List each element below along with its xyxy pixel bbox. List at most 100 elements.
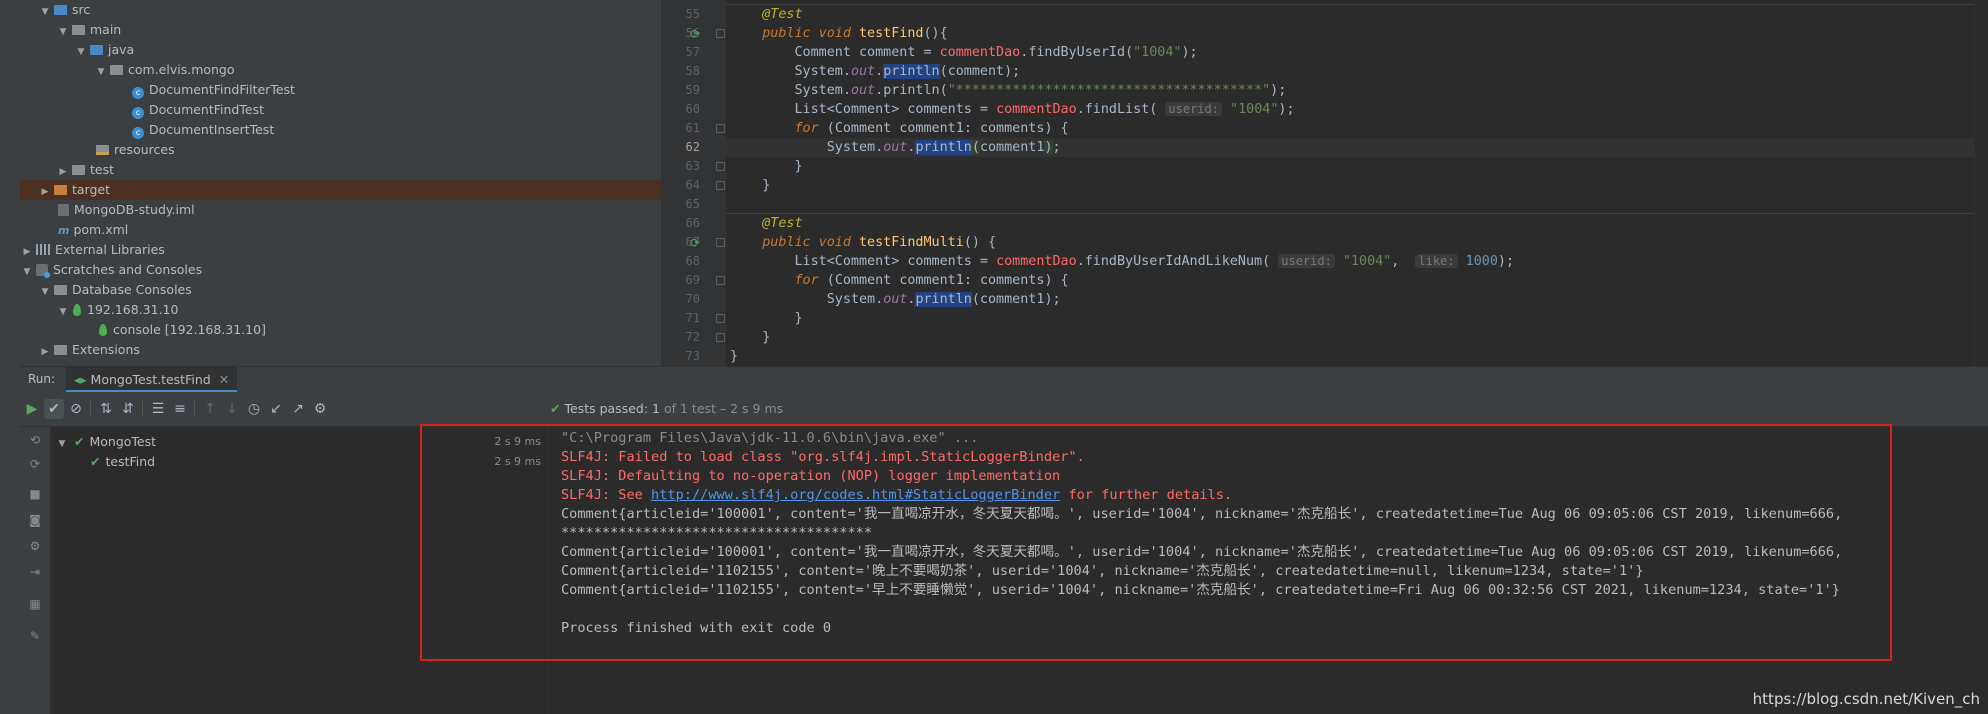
line-number: 57 (685, 45, 700, 59)
collapse-arrow-icon[interactable]: ▶ (56, 162, 70, 182)
slf4j-link[interactable]: http://www.slf4j.org/codes.html#StaticLo… (651, 487, 1060, 503)
expand-arrow-icon[interactable]: ▼ (38, 282, 52, 302)
run-tab-label: MongoTest.testFind (90, 372, 211, 387)
next-failed-icon[interactable]: ↓ (222, 399, 242, 419)
show-ignored-icon[interactable]: ⊘ (66, 399, 86, 419)
settings-icon[interactable]: ⚙ (28, 539, 42, 553)
test-results-tree: ▼ ✔ MongoTest 2 s 9 ms ✔ testFind 2 s 9 ms (51, 427, 548, 714)
tree-item-pom[interactable]: m pom.xml (20, 220, 661, 240)
expand-arrow-icon[interactable]: ▼ (38, 2, 52, 22)
fold-marker-icon[interactable] (716, 276, 725, 285)
test-suite-row[interactable]: ▼ ✔ MongoTest 2 s 9 ms (51, 432, 547, 452)
line-number: 65 (685, 197, 700, 211)
tree-item-documentinserttest[interactable]: c DocumentInsertTest (20, 120, 661, 140)
editor-gutter: 55 56 57 58 59 60 61 62 63 64 65 66 67 6… (662, 0, 726, 366)
line-number: 62 (685, 140, 700, 154)
previous-failed-icon[interactable]: ↑ (200, 399, 220, 419)
resources-folder-icon (96, 145, 109, 155)
line-number: 60 (685, 102, 700, 116)
folder-icon (54, 285, 67, 295)
source-folder-icon (90, 45, 103, 55)
run-test-gutter-icon[interactable]: ⟳ (690, 237, 702, 249)
fold-marker-icon[interactable] (716, 162, 725, 171)
tree-item-extensions[interactable]: ▶ Extensions (20, 340, 661, 360)
run-test-gutter-icon[interactable]: ⟳ (690, 28, 702, 40)
rerun-failed-icon[interactable]: ⟲ (28, 433, 42, 447)
code-line: List<Comment> comments = commentDao.find… (794, 102, 1295, 117)
passed-check-icon: ✔ (74, 434, 85, 449)
test-history-icon[interactable]: ◷ (244, 399, 264, 419)
tree-item-resources[interactable]: resources (20, 140, 661, 160)
tree-item-java[interactable]: ▼ java (20, 40, 661, 60)
code-line: List<Comment> comments = commentDao.find… (794, 254, 1515, 269)
expand-arrow-icon[interactable]: ▼ (20, 262, 34, 282)
collapse-arrow-icon[interactable]: ▶ (20, 242, 34, 262)
tree-item-target[interactable]: ▶ target (20, 180, 661, 200)
tree-item-documentfindfiltertest[interactable]: c DocumentFindFilterTest (20, 80, 661, 100)
editor-scrollbar[interactable] (1974, 0, 1988, 366)
line-number: 72 (685, 330, 700, 344)
tree-item-console[interactable]: console [192.168.31.10] (20, 320, 661, 340)
sort-alphabetically-icon[interactable]: ⇅ (96, 399, 116, 419)
fold-marker-icon[interactable] (716, 333, 725, 342)
passed-check-icon: ✔ (90, 454, 101, 469)
fold-marker-icon[interactable] (716, 124, 725, 133)
line-number: 61 (685, 121, 700, 135)
tests-passed-status: ✔ Tests passed: 1 of 1 test – 2 s 9 ms (550, 401, 784, 416)
class-icon: c (132, 87, 144, 99)
toggle-auto-test-icon[interactable]: ⟳ (28, 457, 42, 471)
tree-item-package[interactable]: ▼ com.elvis.mongo (20, 60, 661, 80)
tree-item-main[interactable]: ▼ main (20, 20, 661, 40)
fold-marker-icon[interactable] (716, 314, 725, 323)
tree-item-documentfindtest[interactable]: c DocumentFindTest (20, 100, 661, 120)
expand-arrow-icon[interactable]: ▼ (94, 62, 108, 82)
fold-marker-icon[interactable] (716, 181, 725, 190)
rerun-icon[interactable]: ▶ (22, 399, 42, 419)
tree-item-scratches[interactable]: ▼ Scratches and Consoles (20, 260, 661, 280)
camera-icon[interactable]: ◙ (28, 513, 42, 527)
code-line: System.out.println(comment1); (826, 292, 1061, 307)
folder-icon (72, 165, 85, 175)
exit-icon[interactable]: ⇥ (28, 565, 42, 579)
collapse-arrow-icon[interactable]: ▶ (38, 342, 52, 362)
tree-item-external-libraries[interactable]: ▶ External Libraries (20, 240, 661, 260)
sort-by-duration-icon[interactable]: ⇵ (118, 399, 138, 419)
run-label: Run: (28, 372, 56, 386)
tree-item-database-consoles[interactable]: ▼ Database Consoles (20, 280, 661, 300)
run-tab[interactable]: ◂▸ MongoTest.testFind ✕ (66, 367, 238, 392)
settings-gear-icon[interactable]: ⚙ (310, 399, 330, 419)
code-line: } (730, 330, 771, 345)
test-case-row[interactable]: ✔ testFind 2 s 9 ms (51, 452, 547, 472)
expand-all-icon[interactable]: ☰ (148, 399, 168, 419)
fold-marker-icon[interactable] (716, 238, 725, 247)
stop-icon[interactable]: ■ (28, 487, 42, 501)
expand-arrow-icon[interactable]: ▼ (74, 42, 88, 62)
collapse-all-icon[interactable]: ≡ (170, 399, 190, 419)
close-icon[interactable]: ✕ (219, 372, 229, 387)
export-results-icon[interactable]: ↗ (288, 399, 308, 419)
line-number: 63 (685, 159, 700, 173)
tree-item-test[interactable]: ▶ test (20, 160, 661, 180)
test-run-icon: ◂▸ (74, 372, 87, 387)
code-line: @Test (762, 7, 803, 22)
fold-marker-icon[interactable] (716, 29, 725, 38)
import-tests-icon[interactable]: ↙ (266, 399, 286, 419)
parameter-hint: userid: (1278, 254, 1335, 268)
console-output[interactable]: "C:\Program Files\Java\jdk-11.0.6\bin\ja… (548, 427, 1988, 714)
collapse-arrow-icon[interactable]: ▶ (38, 182, 52, 202)
expand-arrow-icon[interactable]: ▼ (56, 22, 70, 42)
show-passed-icon[interactable]: ✔ (44, 399, 64, 419)
code-line: } (730, 178, 771, 193)
folder-icon (72, 25, 85, 35)
tree-item-db-host[interactable]: ▼ 192.168.31.10 (20, 300, 661, 320)
pin-icon[interactable]: ✎ (28, 629, 42, 643)
tree-item-iml[interactable]: MongoDB-study.iml (20, 200, 661, 220)
code-editor[interactable]: 55 56 57 58 59 60 61 62 63 64 65 66 67 6… (661, 0, 1988, 366)
folder-icon (54, 185, 67, 195)
line-number: 64 (685, 178, 700, 192)
mongodb-leaf-icon (99, 324, 107, 336)
tree-item-src[interactable]: ▼ src (20, 0, 661, 20)
layout-icon[interactable]: ▦ (28, 597, 42, 611)
expand-arrow-icon[interactable]: ▼ (56, 302, 70, 322)
expand-arrow-icon[interactable]: ▼ (55, 434, 69, 454)
